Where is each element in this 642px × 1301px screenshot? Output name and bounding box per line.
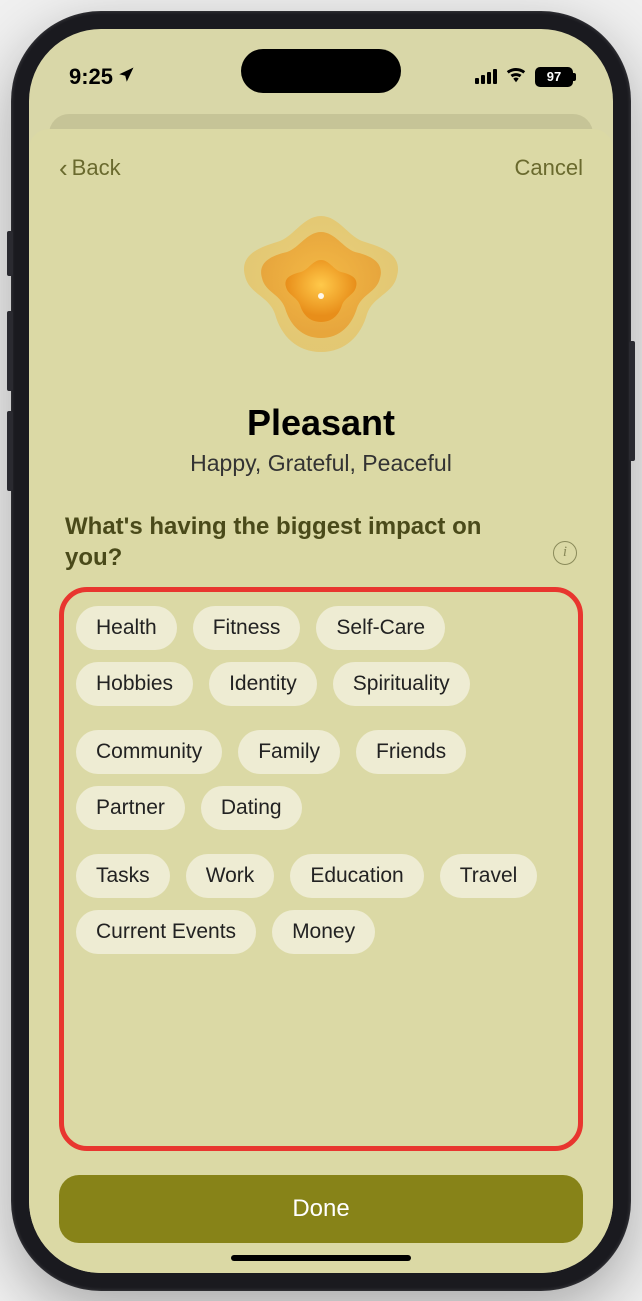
info-icon[interactable]: i	[553, 541, 577, 565]
chip-current-events[interactable]: Current Events	[76, 910, 256, 954]
volume-up	[7, 311, 13, 391]
screen: 9:25 97	[29, 29, 613, 1273]
power-button	[629, 341, 635, 461]
signal-icon	[475, 69, 497, 84]
status-time: 9:25	[69, 64, 113, 90]
chip-identity[interactable]: Identity	[209, 662, 317, 706]
back-button[interactable]: ‹ Back	[59, 153, 121, 184]
back-label: Back	[72, 155, 121, 181]
chips-container: Health Fitness Self-Care Hobbies Identit…	[59, 587, 583, 1151]
chevron-left-icon: ‹	[59, 153, 68, 184]
done-button[interactable]: Done	[59, 1175, 583, 1243]
cancel-button[interactable]: Cancel	[515, 155, 583, 181]
mood-subtitle: Happy, Grateful, Peaceful	[59, 450, 583, 477]
phone-frame: 9:25 97	[11, 11, 631, 1291]
chip-self-care[interactable]: Self-Care	[316, 606, 445, 650]
location-icon	[117, 64, 135, 90]
chip-hobbies[interactable]: Hobbies	[76, 662, 193, 706]
main-card: ‹ Back Cancel	[29, 129, 613, 1273]
chip-group-1: Community Family Friends Partner Dating	[76, 730, 566, 830]
mood-icon-wrap	[59, 204, 583, 384]
volume-down	[7, 411, 13, 491]
chip-partner[interactable]: Partner	[76, 786, 185, 830]
status-left: 9:25	[69, 48, 135, 90]
dynamic-island	[241, 49, 401, 93]
chip-group-0: Health Fitness Self-Care Hobbies Identit…	[76, 606, 566, 706]
chip-education[interactable]: Education	[290, 854, 423, 898]
chip-tasks[interactable]: Tasks	[76, 854, 170, 898]
chip-health[interactable]: Health	[76, 606, 177, 650]
question-row: What's having the biggest impact on you?…	[59, 511, 583, 573]
chip-dating[interactable]: Dating	[201, 786, 302, 830]
battery-level: 97	[547, 69, 561, 84]
chip-money[interactable]: Money	[272, 910, 375, 954]
chip-travel[interactable]: Travel	[440, 854, 538, 898]
nav-bar: ‹ Back Cancel	[59, 153, 583, 184]
chip-fitness[interactable]: Fitness	[193, 606, 301, 650]
chip-friends[interactable]: Friends	[356, 730, 466, 774]
mood-flower-icon	[231, 204, 411, 384]
chip-community[interactable]: Community	[76, 730, 222, 774]
battery-icon: 97	[535, 67, 573, 87]
status-right: 97	[475, 49, 573, 88]
chip-spirituality[interactable]: Spirituality	[333, 662, 470, 706]
home-indicator[interactable]	[231, 1255, 411, 1261]
mood-title: Pleasant	[59, 402, 583, 444]
question-text: What's having the biggest impact on you?	[65, 511, 541, 573]
chip-group-2: Tasks Work Education Travel Current Even…	[76, 854, 566, 954]
wifi-icon	[505, 65, 527, 88]
chip-work[interactable]: Work	[186, 854, 275, 898]
chip-family[interactable]: Family	[238, 730, 340, 774]
mute-switch	[7, 231, 13, 276]
